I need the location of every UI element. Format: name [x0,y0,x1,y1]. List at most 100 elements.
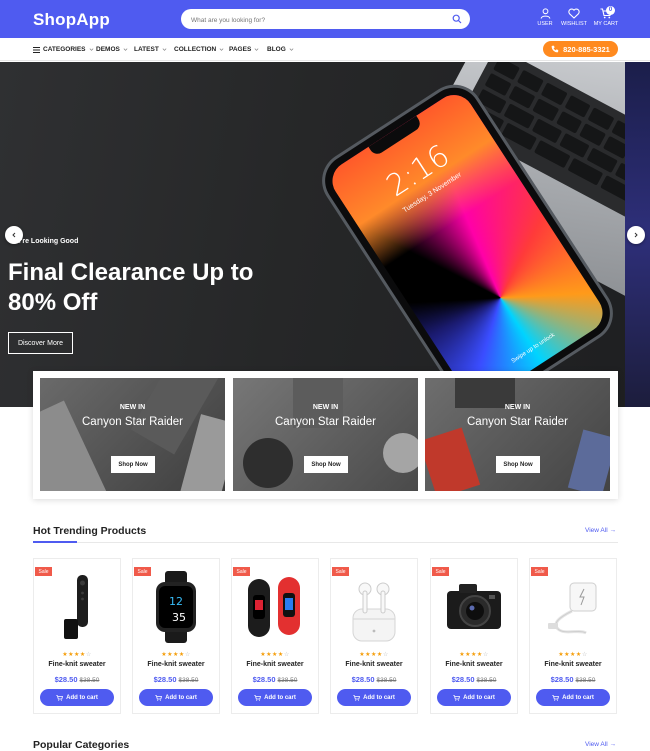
rating-stars: ★★★★☆ [260,652,290,658]
add-to-cart-label: Add to cart [562,694,594,701]
prev-slide-button[interactable] [5,226,23,244]
section-divider-accent [33,541,77,543]
promo-badge: NEW IN [312,404,339,411]
view-all-link[interactable]: View All → [585,527,616,534]
add-to-cart-button[interactable]: Add to cart [238,689,312,706]
product-name[interactable]: Fine-knit sweater [34,661,120,668]
shop-now-button[interactable]: Shop Now [111,456,155,473]
promo-card[interactable]: NEW IN Canyon Star Raider Shop Now [425,378,610,491]
cart-icon [353,694,361,701]
discover-more-button[interactable]: Discover More [8,332,73,354]
cart-icon [552,694,560,701]
fitness-band-icon [248,577,300,637]
product-card[interactable]: Sale 12 35 ★★★★☆ Fine-knit sweater $28.5… [132,558,220,714]
nav-item-latest[interactable]: LATEST [134,46,167,53]
price-old: $38.50 [376,677,397,684]
earbuds-icon [352,582,396,642]
product-name[interactable]: Fine-knit sweater [331,661,417,668]
product-card[interactable]: Sale ★★★★☆ Fine-knit sweater $28.50 $38.5… [529,558,617,714]
price-current: $28.50 [451,675,475,684]
phone-icon [551,45,559,53]
cart-count-badge: 0 [606,6,615,15]
nav-item-categories[interactable]: CATEGORIES [33,46,94,53]
add-to-cart-label: Add to cart [165,694,197,701]
add-to-cart-label: Add to cart [363,694,395,701]
promo-title: Canyon Star Raider [275,416,376,428]
site-logo[interactable]: ShopApp [33,10,110,30]
nav-label: LATEST [134,46,159,53]
promo-card[interactable]: NEW IN Canyon Star Raider Shop Now [40,378,225,491]
nav-item-demos[interactable]: DEMOS [96,46,128,53]
chevron-down-icon [89,48,93,51]
product-name[interactable]: Fine-knit sweater [133,661,219,668]
promo-card[interactable]: NEW IN Canyon Star Raider Shop Now [233,378,418,491]
charger-icon [548,582,597,635]
price-current: $28.50 [252,675,276,684]
wishlist-label: WISHLIST [561,21,587,27]
top-header: ShopApp USER WISHLIST 0 MY CART [0,0,650,38]
price-current: $28.50 [550,675,574,684]
nav-label: COLLECTION [174,46,217,53]
wishlist-button[interactable]: WISHLIST [559,8,589,27]
product-name[interactable]: Fine-knit sweater [232,661,318,668]
price-current: $28.50 [351,675,375,684]
shop-now-button[interactable]: Shop Now [304,456,348,473]
rating-stars: ★★★★☆ [62,652,92,658]
add-to-cart-button[interactable]: Add to cart [139,689,213,706]
section-title: Popular Categories [33,739,130,751]
user-button[interactable]: USER [530,8,560,27]
cart-icon [56,694,64,701]
nav-item-collection[interactable]: COLLECTION [174,46,224,53]
product-card[interactable]: Sale ★★★★☆ Fine-knit sweater $28.50 $38.5… [231,558,319,714]
nav-label: CATEGORIES [43,46,86,53]
hero-title: Final Clearance Up to 80% Off [8,259,254,316]
menu-icon [33,46,40,53]
chevron-right-icon [634,232,638,238]
product-card[interactable]: Sale ★★★★☆ Fine-knit sweater $28.50 $38.5… [330,558,418,714]
product-name[interactable]: Fine-knit sweater [530,661,616,668]
heart-icon [568,8,580,19]
price-old: $38.50 [79,677,100,684]
nav-label: PAGES [229,46,252,53]
add-to-cart-button[interactable]: Add to cart [437,689,511,706]
svg-text:12: 12 [169,595,183,608]
chevron-down-icon [289,48,294,51]
cart-button[interactable]: 0 MY CART [591,6,621,27]
product-card[interactable]: Sale ★★★★☆ Fine-knit sweater $28.50 $38.5… [33,558,121,714]
search-icon[interactable] [452,14,462,24]
nav-item-pages[interactable]: PAGES [229,46,259,53]
next-slide-button[interactable] [627,226,645,244]
product-price: $28.50 $38.50 [133,675,219,684]
nav-item-blog[interactable]: BLOG [267,46,294,53]
user-icon [540,8,550,19]
search-input[interactable] [181,10,431,31]
cart-icon [155,694,163,701]
promo-badge: NEW IN [504,404,531,411]
cart-label: MY CART [593,21,619,27]
promo-title: Canyon Star Raider [82,416,183,428]
product-card[interactable]: Sale ★★★★☆ Fine-knit sweater $28.50 $38.5… [430,558,518,714]
add-to-cart-button[interactable]: Add to cart [40,689,114,706]
rating-stars: ★★★★☆ [161,652,191,658]
add-to-cart-label: Add to cart [463,694,495,701]
product-price: $28.50 $38.50 [331,675,417,684]
add-to-cart-button[interactable]: Add to cart [337,689,411,706]
product-price: $28.50 $38.50 [530,675,616,684]
rating-stars: ★★★★☆ [359,652,389,658]
add-to-cart-label: Add to cart [66,694,98,701]
product-price: $28.50 $38.50 [232,675,318,684]
shop-now-button[interactable]: Shop Now [496,456,540,473]
phone-contact-button[interactable]: 820-885-3321 [543,41,618,57]
chevron-down-icon [162,48,167,51]
product-price: $28.50 $38.50 [431,675,517,684]
section-divider [33,542,618,543]
chevron-left-icon [12,232,16,238]
chevron-down-icon [254,48,259,51]
smartwatch-icon: 12 35 [156,571,196,643]
add-to-cart-button[interactable]: Add to cart [536,689,610,706]
price-old: $38.50 [178,677,199,684]
tv-stick-icon [64,575,88,639]
product-name[interactable]: Fine-knit sweater [431,661,517,668]
main-nav: CATEGORIES DEMOS LATEST COLLECTION PAGES… [0,38,650,61]
price-old: $38.50 [277,677,298,684]
